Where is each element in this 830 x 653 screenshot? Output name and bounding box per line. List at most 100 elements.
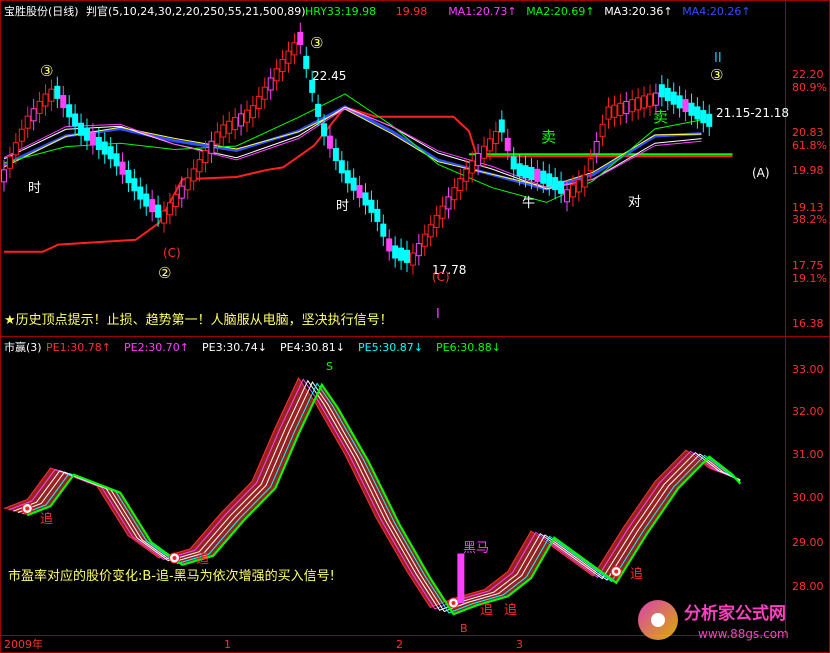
wave-mark-i: I	[436, 307, 440, 322]
y-tick-upper-8: 19.1%	[792, 272, 827, 285]
candle	[113, 144, 120, 176]
x-tick-1: 1	[224, 638, 231, 651]
watermark: 分析家公式网 www.88gs.com	[638, 600, 789, 641]
candle	[350, 168, 357, 200]
candle	[72, 104, 79, 136]
wave-mark-3b: ③	[310, 34, 323, 52]
y-tick-upper-7: 17.75	[792, 259, 824, 272]
candle	[599, 114, 606, 146]
y-tick-upper-2: 20.83	[792, 126, 824, 139]
candle	[404, 240, 410, 273]
x-tick-2: 2	[396, 638, 403, 651]
candle	[575, 170, 582, 202]
candle	[267, 68, 274, 100]
candle	[326, 126, 333, 158]
candle	[646, 84, 653, 116]
candle	[356, 175, 363, 208]
lower-note: 市盈率对应的股价变化:B-追-黑马为依次增强的买入信号!	[8, 568, 335, 584]
candle	[279, 49, 286, 82]
watermark-title: 分析家公式网	[684, 603, 786, 624]
y-tick-lower-3: 30.00	[792, 491, 824, 504]
candle	[226, 111, 233, 143]
candle	[338, 151, 345, 183]
wave-mark-3c: ③	[710, 66, 723, 84]
candle	[184, 168, 191, 200]
candle	[42, 84, 49, 116]
y-tick-upper-4: 19.98	[792, 164, 824, 177]
candle	[196, 150, 203, 182]
candle	[24, 106, 31, 138]
candle	[178, 176, 185, 208]
candle	[463, 159, 470, 191]
candle	[421, 224, 428, 256]
candle	[303, 46, 310, 79]
candle	[688, 93, 695, 125]
y-tick-upper-0: 22.20	[792, 68, 824, 81]
candle	[427, 215, 434, 247]
candle	[635, 88, 642, 120]
candle	[273, 59, 280, 91]
zhui-signal-5: 追	[630, 566, 643, 582]
pe-indicator-name: 市赢(3)	[4, 340, 42, 354]
candle	[285, 41, 292, 73]
candle	[552, 167, 559, 200]
dui-mark: 对	[628, 195, 641, 210]
candle	[392, 236, 399, 268]
legend-item-4: MA3:20.36↑	[604, 5, 672, 18]
candle	[641, 86, 648, 118]
candle	[386, 229, 393, 261]
candle	[374, 199, 381, 232]
candle	[255, 86, 262, 119]
upper-note: ★历史顶点提示！止损、趋势第一！人脑服从电脑，坚决执行信号！	[4, 312, 393, 328]
wave-mark-2: ②	[158, 264, 171, 282]
niu-mark: 牛	[522, 196, 535, 211]
candle	[368, 190, 375, 223]
legend-item-2: PE3:30.74↓	[202, 341, 267, 354]
stock-chart[interactable]: 22.2080.9%20.8361.8%19.9819.1338.2%17.75…	[0, 0, 830, 653]
zhui-signal-4: 追	[504, 602, 517, 618]
candle	[6, 146, 13, 178]
candle	[623, 91, 630, 124]
watermark-url: www.88gs.com	[698, 627, 789, 641]
candle	[439, 196, 446, 228]
y-tick-lower-1: 32.00	[792, 405, 824, 418]
candle	[66, 95, 73, 127]
candle	[682, 89, 689, 122]
candle	[119, 152, 126, 184]
candle	[658, 75, 665, 107]
zhui-signal-3: 追	[480, 602, 493, 618]
candle	[611, 95, 618, 127]
candle	[706, 104, 713, 136]
y-tick-upper-6: 38.2%	[792, 213, 827, 226]
candle	[238, 104, 245, 136]
wave-mark-c1: (C)	[163, 246, 181, 260]
upper-legend: HRY33:19.98 19.98 MA1:20.73↑ MA2:20.69↑ MA3:…	[305, 5, 751, 18]
y-tick-upper-3: 61.8%	[792, 139, 827, 152]
legend-item-0: PE1:30.78↑	[46, 341, 111, 354]
candle	[249, 95, 256, 128]
price-panel[interactable]: 22.2080.9%20.8361.8%19.9819.1338.2%17.75…	[1, 22, 827, 330]
candle	[149, 189, 156, 222]
candle	[107, 136, 114, 169]
legend-item-3: MA2:20.69↑	[526, 5, 594, 18]
candle	[670, 82, 677, 114]
y-tick-lower-4: 29.00	[792, 536, 824, 549]
candle	[36, 91, 43, 124]
candle	[581, 165, 588, 197]
candle	[694, 97, 701, 129]
heima-signal: 黑马	[463, 541, 489, 556]
candle	[125, 160, 132, 193]
candle	[291, 33, 298, 65]
candle	[664, 78, 671, 111]
candle	[54, 76, 61, 109]
high-price-label: 22.45	[312, 69, 346, 83]
buy-signal-icon	[21, 503, 33, 514]
wave-mark-3a: ③	[40, 62, 53, 80]
candle	[617, 93, 624, 126]
candle	[131, 169, 138, 201]
candle	[605, 97, 612, 129]
x-tick-3: 3	[516, 638, 523, 651]
candle	[30, 99, 37, 131]
range-label: 21.15-21.18	[716, 106, 789, 120]
candle	[208, 131, 215, 163]
